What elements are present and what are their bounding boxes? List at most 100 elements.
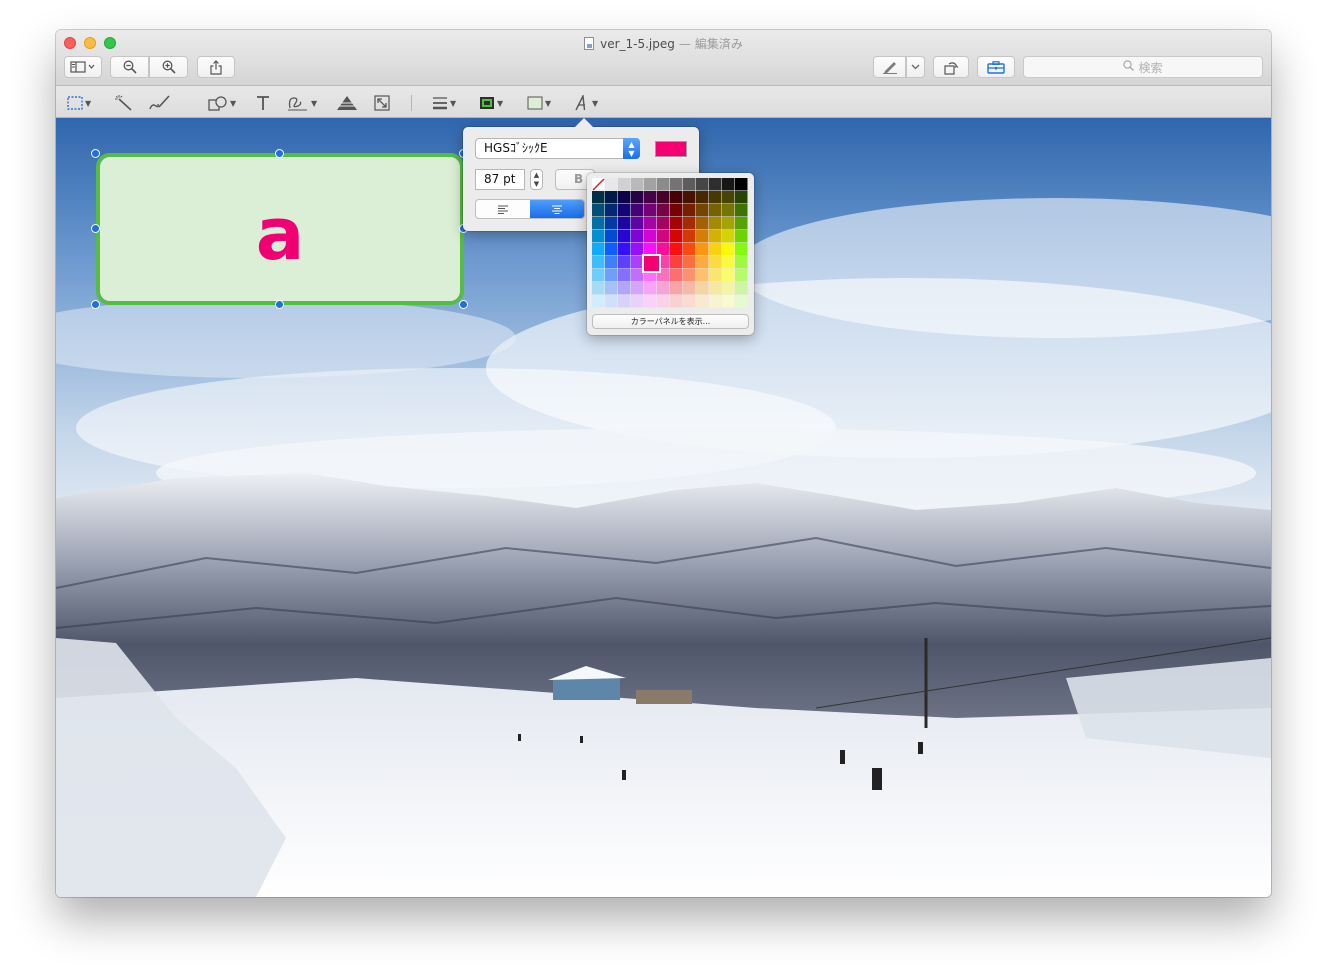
adjust-size-tool[interactable] bbox=[374, 93, 390, 113]
color-swatch[interactable] bbox=[592, 269, 605, 282]
color-swatch[interactable] bbox=[735, 282, 748, 295]
color-swatch[interactable] bbox=[683, 256, 696, 269]
color-swatch[interactable] bbox=[696, 282, 709, 295]
color-swatch[interactable] bbox=[696, 243, 709, 256]
color-swatch[interactable] bbox=[644, 230, 657, 243]
color-swatch[interactable] bbox=[722, 256, 735, 269]
color-swatch[interactable] bbox=[644, 243, 657, 256]
color-swatch[interactable] bbox=[722, 243, 735, 256]
color-swatch[interactable] bbox=[683, 230, 696, 243]
color-swatch[interactable] bbox=[605, 191, 618, 204]
color-swatch[interactable] bbox=[735, 256, 748, 269]
color-swatch[interactable] bbox=[696, 256, 709, 269]
color-swatch[interactable] bbox=[696, 191, 709, 204]
color-swatch[interactable] bbox=[735, 243, 748, 256]
color-swatch[interactable] bbox=[605, 256, 618, 269]
color-swatch[interactable] bbox=[683, 295, 696, 308]
color-swatch[interactable] bbox=[670, 191, 683, 204]
zoom-in-button[interactable] bbox=[149, 56, 188, 78]
color-swatch[interactable] bbox=[644, 295, 657, 308]
color-swatch[interactable] bbox=[631, 230, 644, 243]
color-swatch[interactable] bbox=[631, 217, 644, 230]
color-swatch[interactable] bbox=[631, 269, 644, 282]
color-swatch[interactable] bbox=[709, 230, 722, 243]
color-swatch[interactable] bbox=[592, 295, 605, 308]
sidebar-toggle-button[interactable] bbox=[64, 56, 102, 78]
color-swatch[interactable] bbox=[683, 204, 696, 217]
show-color-panel-button[interactable]: カラーパネルを表示... bbox=[592, 314, 749, 329]
color-swatch[interactable] bbox=[670, 243, 683, 256]
color-swatch[interactable] bbox=[618, 243, 631, 256]
color-swatch[interactable] bbox=[709, 269, 722, 282]
color-swatch[interactable] bbox=[657, 191, 670, 204]
color-swatch[interactable] bbox=[696, 217, 709, 230]
color-swatch[interactable] bbox=[605, 230, 618, 243]
shapes-tool[interactable]: ▼ bbox=[208, 93, 236, 113]
resize-handle-top[interactable] bbox=[275, 149, 284, 158]
markup-button[interactable] bbox=[873, 56, 906, 78]
search-field[interactable]: 検索 bbox=[1023, 56, 1263, 78]
color-swatch[interactable] bbox=[722, 282, 735, 295]
color-swatch[interactable] bbox=[696, 295, 709, 308]
color-swatch[interactable] bbox=[592, 282, 605, 295]
color-swatch[interactable] bbox=[605, 295, 618, 308]
color-swatch[interactable] bbox=[618, 191, 631, 204]
color-swatch[interactable] bbox=[618, 230, 631, 243]
color-swatch[interactable] bbox=[631, 191, 644, 204]
sign-tool[interactable]: ▼ bbox=[287, 93, 317, 113]
resize-handle-bottom-left[interactable] bbox=[91, 300, 100, 309]
color-swatch[interactable] bbox=[605, 204, 618, 217]
color-swatch[interactable] bbox=[696, 204, 709, 217]
shape-text[interactable]: a bbox=[256, 198, 305, 270]
toolbox-button[interactable] bbox=[977, 56, 1015, 78]
font-size-stepper[interactable]: ▲ ▼ bbox=[530, 169, 543, 190]
color-swatch[interactable] bbox=[644, 191, 657, 204]
color-swatch[interactable] bbox=[735, 217, 748, 230]
color-swatch[interactable] bbox=[631, 295, 644, 308]
color-swatch[interactable] bbox=[618, 204, 631, 217]
color-swatch[interactable] bbox=[722, 178, 735, 191]
color-swatch[interactable] bbox=[696, 269, 709, 282]
color-swatch[interactable] bbox=[657, 217, 670, 230]
color-swatch[interactable] bbox=[657, 230, 670, 243]
color-swatch[interactable] bbox=[722, 269, 735, 282]
selected-color-swatch[interactable] bbox=[642, 254, 661, 273]
color-swatch[interactable] bbox=[670, 282, 683, 295]
text-tool[interactable] bbox=[256, 93, 270, 113]
color-swatch[interactable] bbox=[631, 256, 644, 269]
font-size-field[interactable]: 87 pt bbox=[475, 169, 525, 190]
color-swatch[interactable] bbox=[735, 204, 748, 217]
color-swatch[interactable] bbox=[670, 256, 683, 269]
color-swatch[interactable] bbox=[644, 178, 657, 191]
color-swatch[interactable] bbox=[709, 295, 722, 308]
color-swatch[interactable] bbox=[592, 243, 605, 256]
color-swatch[interactable] bbox=[631, 282, 644, 295]
resize-handle-top-left[interactable] bbox=[91, 149, 100, 158]
selected-rectangle-shape[interactable]: a bbox=[96, 153, 464, 305]
sketch-tool[interactable] bbox=[149, 93, 171, 113]
border-color-tool[interactable]: ▼ bbox=[479, 93, 503, 113]
color-swatch[interactable] bbox=[644, 204, 657, 217]
color-swatch[interactable] bbox=[618, 178, 631, 191]
color-swatch[interactable] bbox=[709, 178, 722, 191]
color-swatch[interactable] bbox=[592, 217, 605, 230]
color-swatch[interactable] bbox=[670, 217, 683, 230]
color-swatch[interactable] bbox=[605, 178, 618, 191]
color-swatch[interactable] bbox=[670, 269, 683, 282]
color-swatch[interactable] bbox=[683, 282, 696, 295]
color-swatch[interactable] bbox=[709, 282, 722, 295]
color-swatch[interactable] bbox=[696, 230, 709, 243]
instant-alpha-tool[interactable] bbox=[115, 93, 133, 113]
color-swatch[interactable] bbox=[657, 282, 670, 295]
share-button[interactable] bbox=[197, 56, 235, 78]
color-swatch[interactable] bbox=[592, 256, 605, 269]
color-swatch[interactable] bbox=[592, 191, 605, 204]
adjust-color-tool[interactable] bbox=[336, 93, 358, 113]
fill-color-tool[interactable]: ▼ bbox=[527, 93, 551, 113]
color-swatch[interactable] bbox=[670, 204, 683, 217]
zoom-out-button[interactable] bbox=[110, 56, 149, 78]
color-swatch[interactable] bbox=[735, 191, 748, 204]
color-swatch[interactable] bbox=[709, 204, 722, 217]
font-family-popup[interactable]: HGSｺﾞｼｯｸE ▲ ▼ bbox=[475, 138, 640, 159]
color-swatch[interactable] bbox=[618, 256, 631, 269]
